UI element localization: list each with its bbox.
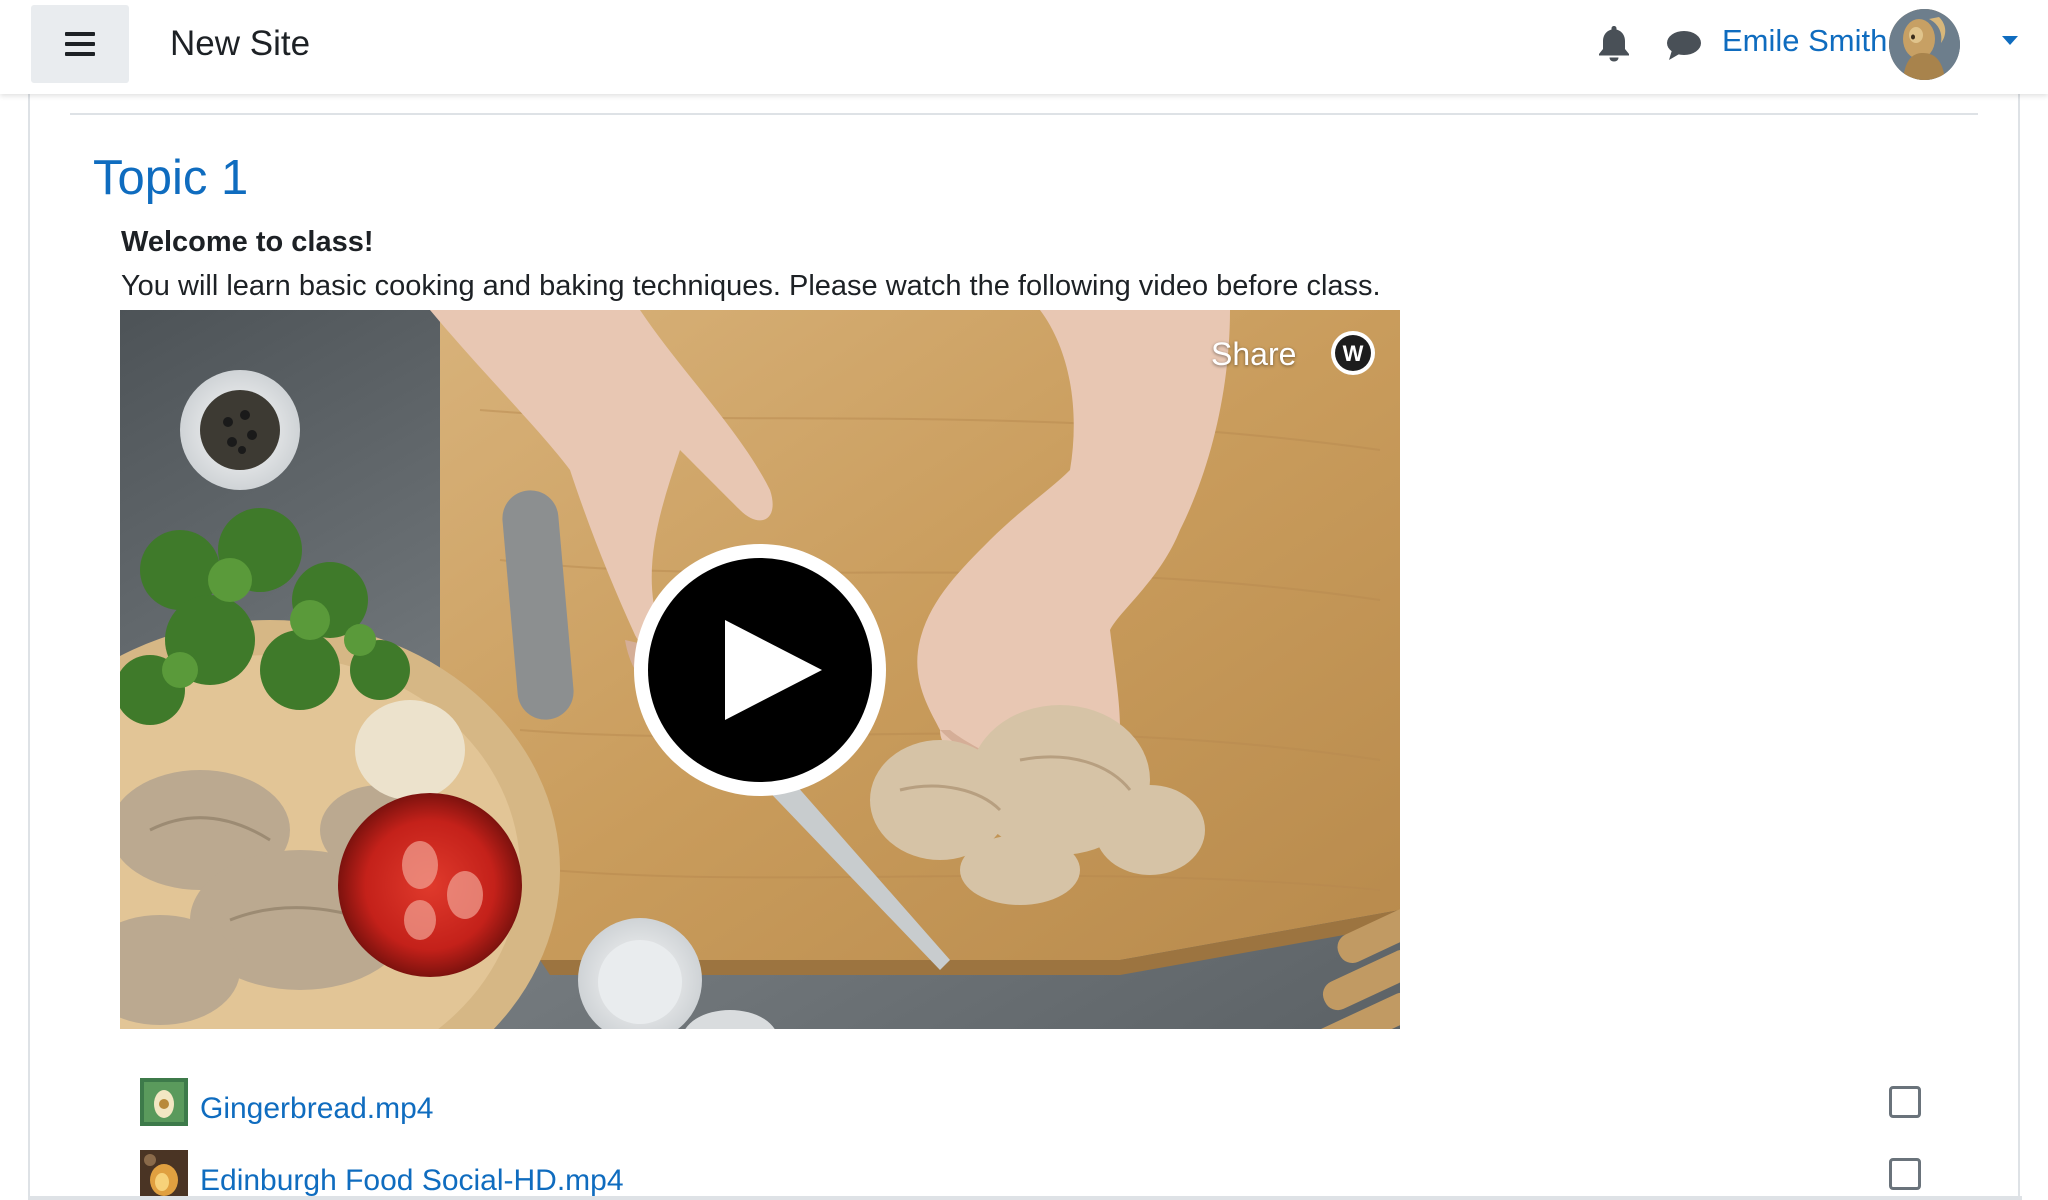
bottom-border [28, 1196, 2022, 1200]
caret-down-icon[interactable] [2000, 34, 2020, 48]
completion-checkbox[interactable] [1889, 1086, 1921, 1118]
video-file-thumbnail [140, 1078, 188, 1126]
section-summary-text: You will learn basic cooking and baking … [121, 270, 1381, 302]
video-provider-logo-icon[interactable]: W [1330, 330, 1376, 376]
completion-checkbox[interactable] [1889, 1158, 1921, 1190]
top-navbar: New Site Emile Smith [0, 0, 2048, 94]
hamburger-menu-icon [65, 32, 95, 56]
activity-item: Gingerbread.mp4 [140, 1078, 1940, 1128]
user-avatar[interactable] [1889, 9, 1960, 80]
site-name[interactable]: New Site [170, 24, 310, 64]
provider-logo-letter: W [1343, 341, 1364, 366]
share-label[interactable]: Share [1211, 336, 1296, 373]
video-file-thumbnail [140, 1150, 188, 1198]
activity-link[interactable]: Edinburgh Food Social-HD.mp4 [200, 1164, 624, 1198]
chat-bubble-icon[interactable] [1666, 28, 1702, 62]
section-divider [70, 113, 1978, 115]
welcome-heading: Welcome to class! [121, 226, 374, 258]
bell-icon[interactable] [1596, 24, 1632, 62]
section-title[interactable]: Topic 1 [93, 150, 248, 206]
avatar-image [1889, 9, 1960, 80]
drawer-toggle-button[interactable] [31, 5, 129, 83]
activity-link[interactable]: Gingerbread.mp4 [200, 1092, 433, 1126]
play-icon[interactable] [632, 542, 888, 798]
user-name-link[interactable]: Emile Smith [1722, 23, 1887, 59]
activity-item: Edinburgh Food Social-HD.mp4 [140, 1150, 1940, 1200]
embedded-video-player[interactable]: Share W [120, 310, 1400, 1029]
